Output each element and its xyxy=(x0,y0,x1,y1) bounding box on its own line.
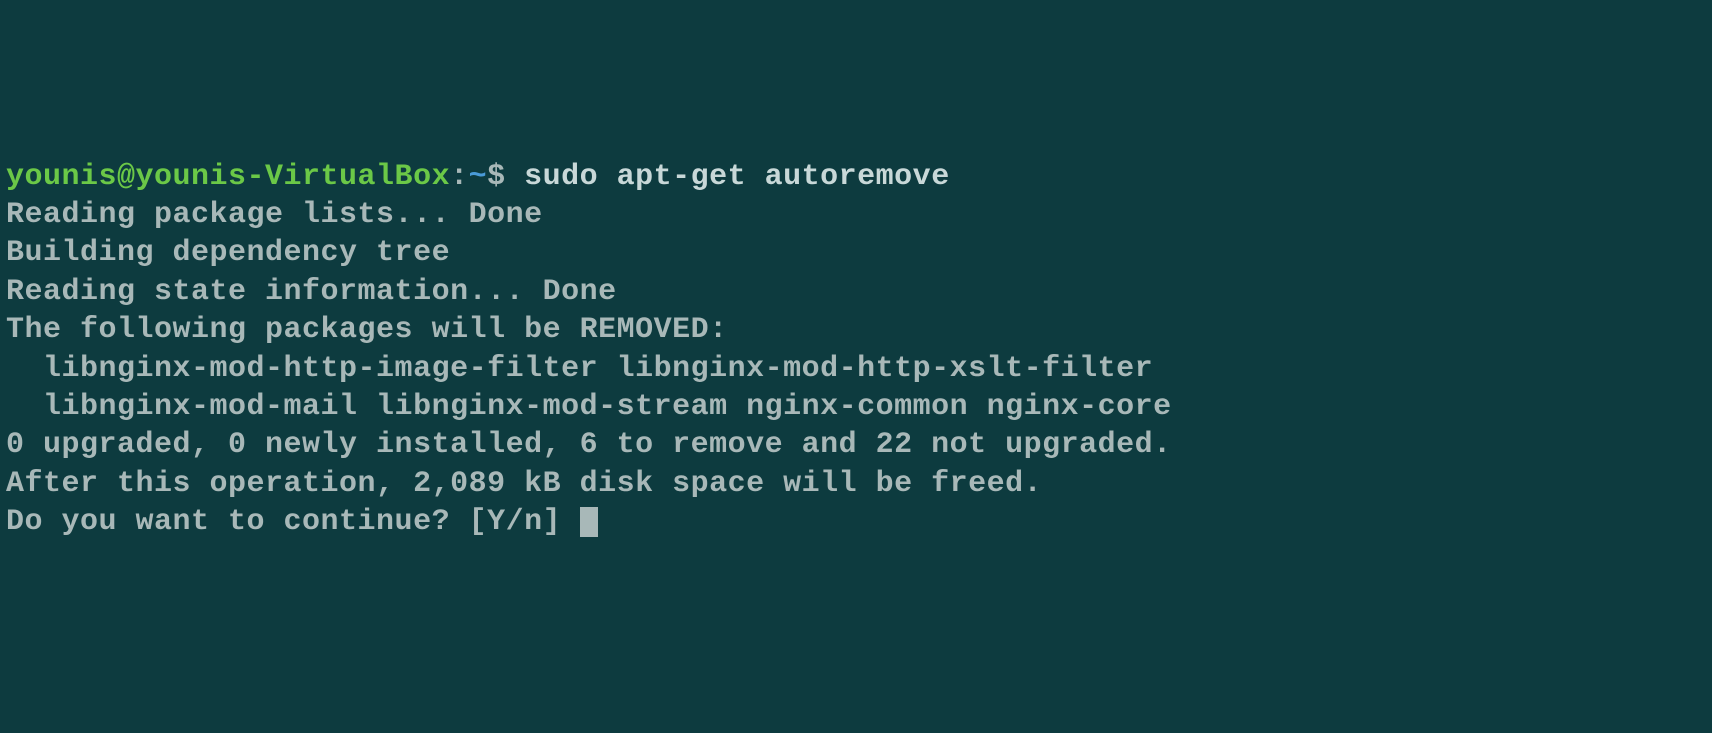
prompt-colon: : xyxy=(450,160,469,194)
prompt-user-host: younis@younis-VirtualBox xyxy=(6,160,450,194)
output-line: Building dependency tree xyxy=(6,236,450,270)
output-line: libnginx-mod-http-image-filter libnginx-… xyxy=(6,352,1153,386)
command-text: sudo apt-get autoremove xyxy=(524,160,950,194)
prompt-dollar: $ xyxy=(487,160,524,194)
output-line: After this operation, 2,089 kB disk spac… xyxy=(6,467,1042,501)
output-line: 0 upgraded, 0 newly installed, 6 to remo… xyxy=(6,428,1172,462)
output-line: Reading package lists... Done xyxy=(6,198,543,232)
terminal-window[interactable]: younis@younis-VirtualBox:~$ sudo apt-get… xyxy=(6,158,1706,542)
prompt-path: ~ xyxy=(469,160,488,194)
output-line: Reading state information... Done xyxy=(6,275,617,309)
output-line: The following packages will be REMOVED: xyxy=(6,313,728,347)
prompt-continue[interactable]: Do you want to continue? [Y/n] xyxy=(6,505,580,539)
cursor-icon xyxy=(580,507,598,537)
output-line: libnginx-mod-mail libnginx-mod-stream ng… xyxy=(6,390,1172,424)
